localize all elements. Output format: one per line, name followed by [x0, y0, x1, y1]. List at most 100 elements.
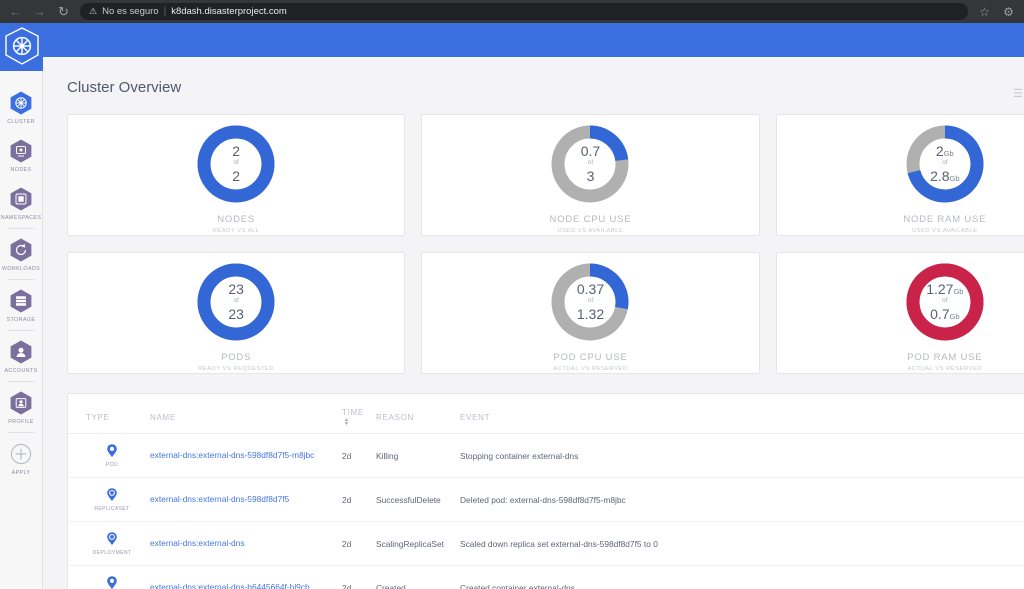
warning-triangle-icon: ⚠	[89, 6, 98, 16]
gauge-value: 0.37	[576, 281, 605, 298]
deployment-icon	[104, 531, 120, 549]
app-header-bar	[43, 23, 1024, 57]
metric-card[interactable]: 2 of 2 NODES READY VS ALL	[67, 114, 406, 236]
metric-card[interactable]: 23 of 23 PODS READY VS REQUESTED	[67, 252, 406, 374]
cell-reason: ScalingReplicaSet	[370, 521, 454, 566]
resource-name-link[interactable]: external-dns:external-dns-b6445664f-hl9c…	[150, 582, 310, 589]
k8dash-app: CLUSTER NODES NAMESPACES WORKLOADS STORA…	[0, 23, 1024, 589]
donut-gauge: 23 of 23	[195, 261, 277, 343]
sidebar-item-workloads[interactable]: WORKLOADS	[0, 230, 43, 278]
metric-card-title: NODES	[217, 213, 256, 225]
table-row[interactable]: DEPLOYMENT external-dns:external-dns 2d Sca…	[68, 521, 1024, 566]
gauge-value: 23	[228, 281, 244, 298]
sidebar-item-namespaces[interactable]: NAMESPACES	[0, 179, 43, 227]
gauge-value: 0.7	[580, 143, 601, 160]
cell-time: 2d	[336, 433, 370, 478]
table-header-row: TYPE NAME TIME ▲ ▼ REASON EVENT	[68, 404, 1024, 434]
table-row[interactable]: REPLICASET external-dns:external-dns-598d…	[68, 477, 1024, 522]
address-bar[interactable]: ⚠ No es seguro | k8dash.disasterproject.…	[80, 3, 968, 20]
sidebar-divider	[7, 432, 35, 433]
url-text: k8dash.disasterproject.com	[171, 6, 287, 17]
gauge-of-label: of	[942, 297, 948, 305]
workloads-icon	[8, 237, 34, 263]
forward-arrow-icon[interactable]: →	[32, 4, 47, 19]
column-header-time[interactable]: TIME ▲ ▼	[336, 404, 370, 434]
metric-card[interactable]: 2Gb of 2.8Gb NODE RAM USE USED VS AVAILABLE	[775, 114, 1024, 236]
column-header-reason[interactable]: REASON	[370, 404, 454, 434]
gauge-value: 2Gb	[935, 143, 954, 160]
metric-card-title: NODE RAM USE	[903, 213, 987, 225]
kubernetes-helm-logo[interactable]	[0, 23, 43, 71]
resource-name-link[interactable]: external-dns:external-dns-598df8d7f5-m8j…	[150, 450, 314, 460]
sidebar-item-label: PROFILE	[8, 419, 34, 425]
cell-time: 2d	[336, 565, 370, 589]
metrics-card-grid: 2 of 2 NODES READY VS ALL 0.7 of 3 NODE CPU USE U…	[43, 114, 1024, 374]
cell-reason: SuccessfulDelete	[370, 477, 454, 522]
sidebar-item-label: WORKLOADS	[1, 266, 41, 272]
gauge-total: 0.7Gb	[930, 305, 960, 322]
gauge-of-label: of	[233, 159, 239, 167]
gauge-of-label: of	[233, 297, 239, 305]
table-row[interactable]: POD external-dns:external-dns-b6445664f-h…	[68, 565, 1024, 589]
storage-icon	[8, 288, 34, 314]
cell-type: POD	[68, 565, 144, 589]
sidebar-divider	[7, 381, 35, 382]
column-header-event[interactable]: EVENT	[454, 404, 1024, 434]
replicaset-icon	[104, 487, 120, 505]
resource-type-label: REPLICASET	[94, 506, 130, 512]
resource-type-label: POD	[105, 462, 119, 468]
gauge-value: 1.27Gb	[926, 281, 964, 298]
donut-gauge: 1.27Gb of 0.7Gb	[904, 261, 986, 343]
column-header-type[interactable]: TYPE	[68, 404, 144, 434]
gauge-value: 2	[232, 143, 241, 160]
events-table: TYPE NAME TIME ▲ ▼ REASON EVENT POD externa…	[68, 404, 1024, 589]
resource-name-link[interactable]: external-dns:external-dns-598df8d7f5	[150, 494, 289, 504]
sidebar-divider	[7, 330, 35, 331]
metric-card-subtitle: ACTUAL VS RESERVED	[907, 365, 983, 372]
donut-gauge: 2 of 2	[195, 123, 277, 205]
gear-icon[interactable]: ⚙	[1001, 4, 1016, 19]
sidebar-divider	[7, 228, 35, 229]
metric-card[interactable]: 0.37 of 1.32 POD CPU USE ACTUAL VS RESERVED	[421, 252, 760, 374]
nodes-icon	[8, 138, 34, 164]
sidebar-item-label: ACCOUNTS	[4, 368, 38, 374]
column-header-name[interactable]: NAME	[144, 404, 336, 434]
gauge-value-unit: Gb	[953, 287, 964, 297]
sidebar-item-storage[interactable]: STORAGE	[0, 281, 43, 329]
sidebar-item-label: NAMESPACES	[0, 215, 42, 221]
cluster-icon	[8, 90, 34, 116]
sidebar-item-cluster[interactable]: CLUSTER	[0, 83, 43, 131]
gauge-of-label: of	[587, 297, 594, 305]
back-arrow-icon[interactable]: ←	[8, 4, 23, 19]
sidebar-item-apply[interactable]: APPLY	[0, 434, 43, 482]
sort-arrows-icon: ▲ ▼	[344, 416, 350, 427]
metric-card-title: NODE CPU USE	[549, 213, 632, 225]
sidebar-item-label: CLUSTER	[7, 119, 35, 125]
sidebar-item-label: APPLY	[11, 470, 31, 476]
security-warning-label: No es seguro	[102, 6, 159, 17]
cell-event: Stopping container external-dns	[454, 433, 1024, 478]
sidebar-item-nodes[interactable]: NODES	[0, 131, 43, 179]
resource-name-link[interactable]: external-dns:external-dns	[150, 538, 245, 548]
reload-icon[interactable]: ↻	[56, 4, 71, 19]
metric-card[interactable]: 0.7 of 3 NODE CPU USE USED VS AVAILABLE	[421, 114, 760, 236]
cell-time: 2d	[336, 477, 370, 522]
gauge-total: 23	[228, 305, 244, 322]
metric-card-subtitle: USED VS AVAILABLE	[557, 227, 624, 234]
metric-card-subtitle: ACTUAL VS RESERVED	[553, 365, 628, 372]
table-row[interactable]: POD external-dns:external-dns-598df8d7f5-…	[68, 433, 1024, 478]
sidebar-item-profile[interactable]: PROFILE	[0, 383, 43, 431]
cell-name: external-dns:external-dns	[144, 521, 336, 566]
page-title: Cluster Overview	[67, 79, 182, 96]
sidebar-item-accounts[interactable]: ACCOUNTS	[0, 332, 43, 380]
gauge-total: 2	[232, 167, 241, 184]
metric-card[interactable]: 1.27Gb of 0.7Gb POD RAM USE ACTUAL VS RESERV…	[775, 252, 1024, 374]
sidebar-item-label: NODES	[10, 167, 32, 173]
metric-card-subtitle: USED VS AVAILABLE	[912, 227, 978, 234]
star-icon[interactable]: ☆	[977, 4, 992, 19]
filter-icon[interactable]: ☰	[1013, 87, 1023, 100]
cell-event: Scaled down replica set external-dns-598…	[454, 521, 1024, 566]
accounts-icon	[8, 339, 34, 365]
browser-toolbar: ← → ↻ ⚠ No es seguro | k8dash.disasterpr…	[0, 0, 1024, 23]
cell-reason: Killing	[370, 433, 454, 478]
